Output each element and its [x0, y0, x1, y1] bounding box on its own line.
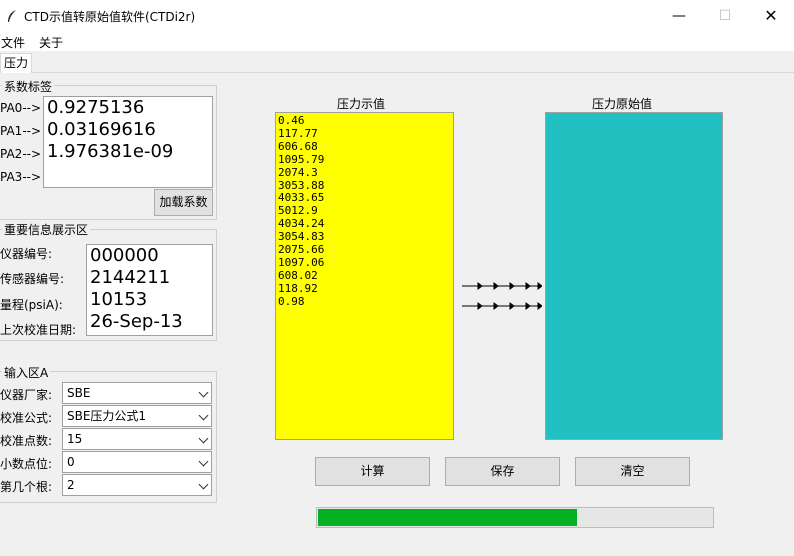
- manufacturer-value: SBE: [67, 386, 91, 400]
- manufacturer-select[interactable]: SBE: [62, 382, 212, 404]
- info-value-sensor: 2144211: [90, 267, 171, 288]
- arrow-row-icon: [462, 302, 542, 310]
- menu-about[interactable]: 关于: [39, 34, 63, 51]
- save-button[interactable]: 保存: [445, 457, 560, 486]
- coef-label-pa3: PA3-->: [0, 170, 42, 184]
- info-value-range: 10153: [90, 289, 148, 310]
- chevron-down-icon: [198, 387, 209, 398]
- coef-value-pa1: 0.03169616: [47, 119, 156, 140]
- pressure-value-line: 118.92: [278, 281, 318, 295]
- input-group-title: 输入区A: [2, 364, 51, 381]
- pressure-value-line: 608.02: [278, 268, 318, 282]
- coef-label-pa2: PA2-->: [0, 147, 42, 161]
- pressure-value-line: 1095.79: [278, 152, 325, 166]
- pressure-value-line: 606.68: [278, 139, 318, 153]
- minimize-button[interactable]: —: [656, 0, 702, 32]
- points-value: 15: [67, 432, 83, 446]
- input-label-manufacturer: 仪器厂家:: [0, 388, 53, 402]
- formula-value: SBE压力公式1: [67, 409, 147, 423]
- pressure-value-line: 0.98: [278, 294, 305, 308]
- pressure-display-textarea[interactable]: 0.46 117.77 606.68 1095.79 2074.3 3053.88 4033…: [275, 112, 454, 440]
- decimals-value: 0: [67, 455, 75, 469]
- coef-value-pa2: 1.976381e-09: [47, 141, 174, 162]
- coef-value-pa0: 0.9275136: [47, 97, 145, 118]
- clear-button[interactable]: 清空: [575, 457, 690, 486]
- input-label-points: 校准点数:: [0, 434, 53, 448]
- menu-file[interactable]: 文件: [1, 34, 25, 51]
- raw-display-title: 压力原始值: [592, 97, 653, 111]
- menu-bar: [0, 32, 794, 51]
- minimize-icon: —: [672, 8, 686, 24]
- window-title: CTD示值转原始值软件(CTDi2r): [24, 10, 196, 24]
- root-select[interactable]: 2: [62, 474, 212, 496]
- pressure-value-line: 117.77: [278, 126, 318, 140]
- coef-label-pa0: PA0-->: [0, 101, 42, 115]
- maximize-icon: ☐: [718, 8, 732, 24]
- pressure-display-title: 压力示值: [337, 97, 386, 111]
- close-button[interactable]: ✕: [748, 0, 794, 32]
- load-coef-button[interactable]: 加载系数: [154, 189, 213, 216]
- info-value-calib-date: 26-Sep-13: [90, 311, 183, 332]
- decimals-select[interactable]: 0: [62, 451, 212, 473]
- arrow-row-icon: [462, 282, 542, 290]
- close-icon: ✕: [764, 6, 778, 25]
- info-label-instrument: 仪器编号:: [0, 247, 53, 261]
- chevron-down-icon: [198, 410, 209, 421]
- pressure-value-line: 2074.3: [278, 165, 318, 179]
- progress-fill: [318, 509, 578, 526]
- input-label-formula: 校准公式:: [0, 411, 53, 425]
- progress-bar: [316, 507, 714, 528]
- chevron-down-icon: [198, 456, 209, 467]
- input-label-root: 第几个根:: [0, 480, 53, 494]
- tab-pressure[interactable]: 压力: [0, 53, 32, 73]
- info-value-instrument: 000000: [90, 245, 159, 266]
- info-label-sensor: 传感器编号:: [0, 272, 65, 286]
- points-select[interactable]: 15: [62, 428, 212, 450]
- coef-listbox[interactable]: 0.9275136 0.03169616 1.976381e-09: [43, 96, 213, 188]
- chevron-down-icon: [198, 479, 209, 490]
- maximize-button[interactable]: ☐: [702, 0, 748, 32]
- raw-display-textarea[interactable]: [545, 112, 723, 440]
- chevron-down-icon: [198, 433, 209, 444]
- formula-select[interactable]: SBE压力公式1: [62, 405, 212, 427]
- pressure-value-line: 0.46: [278, 114, 305, 127]
- feather-icon: [8, 10, 16, 22]
- input-label-decimals: 小数点位:: [0, 457, 53, 471]
- compute-button[interactable]: 计算: [315, 457, 430, 486]
- root-value: 2: [67, 478, 75, 492]
- info-label-range: 量程(psiA):: [0, 298, 63, 312]
- pressure-value-line: 1097.06: [278, 255, 325, 269]
- info-group-title: 重要信息展示区: [2, 221, 91, 238]
- coef-group-title: 系数标签: [2, 78, 55, 95]
- info-label-calib-date: 上次校准日期:: [0, 323, 77, 337]
- info-listbox: 000000 2144211 10153 26-Sep-13: [86, 244, 213, 336]
- coef-label-pa1: PA1-->: [0, 124, 42, 138]
